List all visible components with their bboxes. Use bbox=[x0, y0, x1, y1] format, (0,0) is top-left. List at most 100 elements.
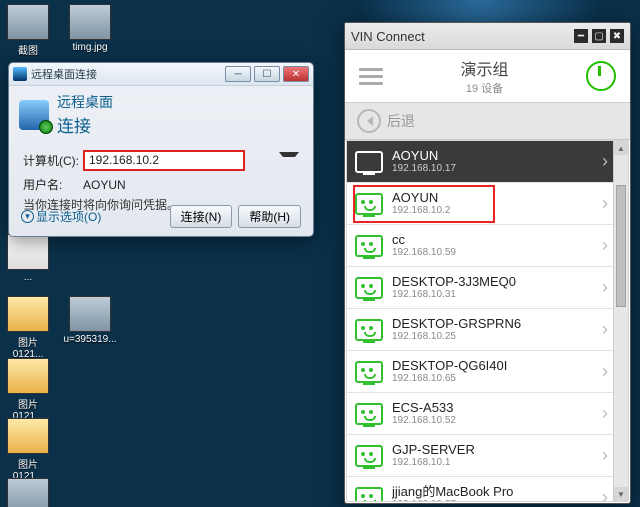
device-ip: 192.168.10.65 bbox=[392, 373, 602, 385]
device-name: cc bbox=[392, 233, 602, 247]
back-icon[interactable] bbox=[357, 109, 381, 133]
monitor-icon bbox=[355, 319, 383, 341]
device-ip: 192.168.10.17 bbox=[392, 163, 602, 175]
icon-label: 图片0121... bbox=[0, 334, 56, 360]
desktop-icon[interactable]: timg.jpg bbox=[62, 4, 118, 53]
group-device-count: 19 设备 bbox=[383, 80, 586, 96]
vin-titlebar[interactable]: VIN Connect ━ ▢ ✖ bbox=[345, 23, 630, 50]
rdc-title: 远程桌面连接 bbox=[31, 66, 97, 82]
group-name: 演示组 bbox=[383, 56, 586, 80]
chevron-right-icon: › bbox=[602, 319, 608, 340]
monitor-icon bbox=[355, 151, 383, 173]
device-ip: 192.168.10.52 bbox=[392, 415, 602, 427]
vin-minimize-button[interactable]: ━ bbox=[574, 29, 588, 43]
username-value: AOYUN bbox=[83, 178, 126, 192]
chevron-right-icon: › bbox=[602, 193, 608, 214]
breadcrumb[interactable]: 后退 bbox=[345, 103, 630, 140]
device-name: DESKTOP-GRSPRN6 bbox=[392, 317, 602, 331]
file-icon bbox=[7, 478, 49, 507]
computer-input[interactable]: 192.168.10.2 bbox=[83, 150, 245, 171]
scroll-up-icon[interactable]: ▲ bbox=[614, 141, 628, 155]
file-icon bbox=[7, 4, 49, 40]
minimize-button[interactable]: ─ bbox=[225, 66, 251, 82]
rdc-title-icon bbox=[13, 67, 27, 81]
rdc-heading-1: 远程桌面 bbox=[57, 92, 113, 112]
monitor-icon bbox=[355, 277, 383, 299]
chevron-right-icon: › bbox=[602, 361, 608, 382]
rdc-heading-2: 连接 bbox=[57, 112, 113, 137]
device-row[interactable]: cc192.168.10.59› bbox=[347, 225, 614, 267]
chevron-right-icon: › bbox=[602, 235, 608, 256]
scrollbar[interactable]: ▲ ▼ bbox=[613, 141, 628, 501]
chevron-right-icon: › bbox=[602, 403, 608, 424]
help-button[interactable]: 帮助(H) bbox=[238, 205, 301, 228]
desktop-icon[interactable]: 截图 bbox=[0, 4, 56, 57]
scroll-thumb[interactable] bbox=[616, 185, 626, 307]
file-icon bbox=[69, 4, 111, 40]
chevron-right-icon: › bbox=[602, 277, 608, 298]
monitor-icon bbox=[355, 193, 383, 215]
device-name: DESKTOP-QG6I40I bbox=[392, 359, 602, 373]
device-ip: 192.168.10.37 bbox=[392, 499, 602, 502]
device-row[interactable]: DESKTOP-QG6I40I192.168.10.65› bbox=[347, 351, 614, 393]
chevron-right-icon: › bbox=[602, 151, 608, 172]
icon-label: timg.jpg bbox=[62, 42, 118, 53]
device-list: AOYUN192.168.10.17›AOYUN192.168.10.2›cc1… bbox=[347, 141, 628, 501]
file-icon bbox=[7, 358, 49, 394]
computer-dropdown-icon[interactable] bbox=[279, 152, 299, 173]
show-options-label: 显示选项(O) bbox=[36, 208, 101, 225]
device-name: AOYUN bbox=[392, 149, 602, 163]
device-ip: 192.168.10.1 bbox=[392, 457, 602, 469]
device-name: ECS-A533 bbox=[392, 401, 602, 415]
vin-window: VIN Connect ━ ▢ ✖ 演示组 19 设备 后退 AOYUN192.… bbox=[344, 22, 631, 504]
file-icon bbox=[7, 234, 49, 270]
file-icon bbox=[7, 418, 49, 454]
file-icon bbox=[7, 296, 49, 332]
device-name: GJP-SERVER bbox=[392, 443, 602, 457]
icon-label: u=395319... bbox=[62, 334, 118, 345]
device-row[interactable]: DESKTOP-3J3MEQ0192.168.10.31› bbox=[347, 267, 614, 309]
icon-label: 截图 bbox=[0, 42, 56, 57]
close-button[interactable]: ✕ bbox=[283, 66, 309, 82]
vin-maximize-button[interactable]: ▢ bbox=[592, 29, 606, 43]
show-options-toggle[interactable]: ▾ 显示选项(O) bbox=[21, 208, 101, 225]
desktop-icon[interactable]: u=395319... bbox=[62, 296, 118, 345]
username-label: 用户名: bbox=[23, 176, 83, 193]
connect-button[interactable]: 连接(N) bbox=[170, 205, 233, 228]
device-row[interactable]: ECS-A533192.168.10.52› bbox=[347, 393, 614, 435]
icon-label: ... bbox=[0, 272, 56, 283]
device-ip: 192.168.10.31 bbox=[392, 289, 602, 301]
device-name: DESKTOP-3J3MEQ0 bbox=[392, 275, 602, 289]
vin-close-button[interactable]: ✖ bbox=[610, 29, 624, 43]
scroll-down-icon[interactable]: ▼ bbox=[614, 487, 628, 501]
device-row[interactable]: DESKTOP-GRSPRN6192.168.10.25› bbox=[347, 309, 614, 351]
menu-icon[interactable] bbox=[359, 68, 383, 85]
device-ip: 192.168.10.2 bbox=[392, 205, 602, 217]
rdc-logo-icon bbox=[19, 100, 49, 130]
file-icon bbox=[69, 296, 111, 332]
monitor-icon bbox=[355, 403, 383, 425]
monitor-icon bbox=[355, 235, 383, 257]
device-ip: 192.168.10.59 bbox=[392, 247, 602, 259]
desktop: 截图 timg.jpg... 图片0121... u=395319... 图片0121.… bbox=[0, 0, 640, 507]
device-row[interactable]: AOYUN192.168.10.17› bbox=[347, 141, 614, 183]
maximize-button[interactable]: ☐ bbox=[254, 66, 280, 82]
desktop-icon[interactable]: 图片0121... bbox=[0, 418, 56, 482]
device-row[interactable]: GJP-SERVER192.168.10.1› bbox=[347, 435, 614, 477]
device-name: AOYUN bbox=[392, 191, 602, 205]
monitor-icon bbox=[355, 487, 383, 502]
power-icon[interactable] bbox=[586, 61, 616, 91]
device-row[interactable]: jjiang的MacBook Pro192.168.10.37› bbox=[347, 477, 614, 501]
desktop-icon[interactable]: 图片0121... bbox=[0, 296, 56, 360]
rdc-window: 远程桌面连接 ─ ☐ ✕ 远程桌面 连接 计算机(C): 192.168.10.… bbox=[8, 62, 314, 237]
computer-label: 计算机(C): bbox=[23, 152, 83, 169]
desktop-icon[interactable]: 3a21f... bbox=[0, 478, 56, 507]
chevron-right-icon: › bbox=[602, 445, 608, 466]
desktop-icon[interactable]: ... bbox=[0, 234, 56, 283]
desktop-icon[interactable]: 图片0121... bbox=[0, 358, 56, 422]
device-ip: 192.168.10.25 bbox=[392, 331, 602, 343]
rdc-titlebar[interactable]: 远程桌面连接 ─ ☐ ✕ bbox=[9, 63, 313, 86]
monitor-icon bbox=[355, 445, 383, 467]
device-row[interactable]: AOYUN192.168.10.2› bbox=[347, 183, 614, 225]
monitor-icon bbox=[355, 361, 383, 383]
